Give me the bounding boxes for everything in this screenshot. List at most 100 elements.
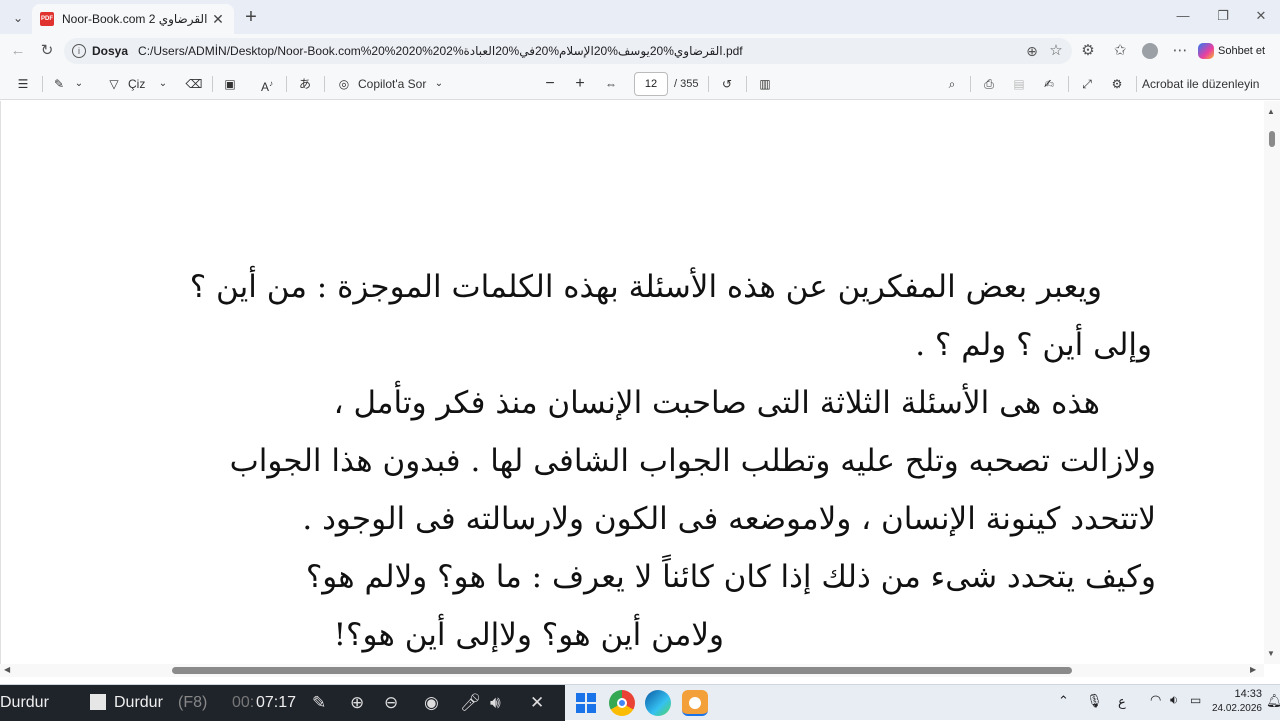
favorite-star-icon[interactable]: ☆ <box>1046 41 1066 61</box>
save-as-icon[interactable]: ✍ <box>1038 74 1060 94</box>
language-indicator[interactable]: ع <box>1118 694 1126 710</box>
zoom-out-icon[interactable]: − <box>540 74 560 94</box>
text-line: وإلى أين ؟ ولم ؟ . <box>915 327 1152 363</box>
zoom-out-icon[interactable]: ⊖ <box>384 693 398 713</box>
zoom-in-icon[interactable]: + <box>570 74 590 94</box>
navigation-bar: ← ↻ i Dosya C:/Users/ADMİN/Desktop/Noor-… <box>0 34 1280 68</box>
highlight-icon[interactable]: ✎ <box>48 74 70 94</box>
wifi-icon[interactable]: ◠ <box>1150 692 1161 708</box>
page-view-icon[interactable]: ▥ <box>754 74 776 94</box>
acrobat-edit-button[interactable]: Acrobat ile düzenleyin <box>1142 74 1268 94</box>
speaker-icon[interactable]: 🔊︎ <box>490 693 501 713</box>
text-line: ويعبر بعض المفكرين عن هذه الأسئلة بهذه ا… <box>189 269 1102 305</box>
clock-time[interactable]: 14:33 <box>1218 688 1262 700</box>
zoom-in-icon[interactable]: ⊕ <box>350 693 364 713</box>
scroll-left-icon[interactable]: ◀ <box>4 665 10 674</box>
windows-start-icon[interactable] <box>573 690 599 716</box>
draw-label[interactable]: Çiz <box>128 74 152 94</box>
text-line: هذه هى الأسئلة الثلاثة التى صاحبت الإنسا… <box>333 385 1100 421</box>
webcam-icon[interactable]: ◉ <box>424 693 439 713</box>
pdf-toolbar: ☰ ✎ ⌄ ▽ Çiz ⌄ ⌫ ▣ A♪ あ ◎ Copilot'a Sor ⌄… <box>0 68 1280 100</box>
show-hidden-icons-chevron[interactable]: ⌃ <box>1058 693 1069 709</box>
rotate-icon[interactable]: ↺ <box>716 74 738 94</box>
edge-icon[interactable] <box>645 690 671 716</box>
scroll-right-icon[interactable]: ▶ <box>1250 665 1256 674</box>
translate-icon[interactable]: あ <box>294 74 316 94</box>
timer: 07:17 <box>256 694 297 711</box>
recorder-app-icon[interactable] <box>682 690 708 716</box>
scroll-down-icon[interactable]: ▼ <box>1267 649 1275 658</box>
divider <box>708 76 709 92</box>
microphone-tray-icon[interactable]: 🎙︎ <box>1086 693 1103 709</box>
pdf-page: ويعبر بعض المفكرين عن هذه الأسئلة بهذه ا… <box>0 101 1264 664</box>
recorder-left-label[interactable]: Durdur <box>0 694 49 712</box>
text-line: ولازالت تصحبه وتلح عليه وتطلب الجواب الش… <box>229 443 1156 479</box>
horizontal-scrollbar[interactable]: ◀ ▶ <box>0 664 1264 677</box>
zoom-icon[interactable]: ⊕ <box>1022 41 1042 61</box>
settings-gear-icon[interactable]: ⚙ <box>1106 74 1128 94</box>
profile-avatar[interactable] <box>1140 41 1160 61</box>
vertical-scrollbar[interactable]: ▲ ▼ <box>1264 101 1280 664</box>
favorites-icon[interactable]: ✩ <box>1110 41 1130 61</box>
vertical-scroll-thumb[interactable] <box>1269 131 1275 147</box>
system-tray: ⌃ 🎙︎ ع ◠ 🔉︎ ▭ 14:33 24.02.2026 🔔︎ <box>1050 685 1280 721</box>
draw-icon[interactable]: ▽ <box>104 74 124 94</box>
scroll-up-icon[interactable]: ▲ <box>1267 107 1275 116</box>
search-icon[interactable]: ⌕ <box>942 74 962 94</box>
text-line: ولامن أين هو؟ ولاإلى أين هو؟! <box>333 617 724 653</box>
close-recorder-icon[interactable]: ✕ <box>530 693 544 713</box>
reload-icon[interactable]: ↻ <box>37 41 57 61</box>
divider <box>1136 76 1137 92</box>
divider <box>970 76 971 92</box>
text-line: وكيف يتحدد شىء من ذلك إذا كان كائناً لا … <box>305 559 1156 595</box>
fullscreen-icon[interactable]: ⤢ <box>1076 74 1098 94</box>
extensions-icon[interactable]: ⚙ <box>1078 41 1098 61</box>
copilot-ask-chevron-icon[interactable]: ⌄ <box>432 74 446 94</box>
back-arrow-icon[interactable]: ← <box>8 41 28 61</box>
stop-label[interactable]: Durdur <box>114 694 163 712</box>
copilot-chat-label: Sohbet et <box>1218 45 1266 57</box>
text-line: لاتتحدد كينونة الإنسان ، ولاموضعه فى الك… <box>302 501 1156 537</box>
text-box-icon[interactable]: ▣ <box>220 74 240 94</box>
divider <box>212 76 213 92</box>
tab-active[interactable]: PDF Noor-Book.com 2 يوسف القرضاوي ✕ <box>32 4 234 34</box>
copilot-ask-icon[interactable]: ◎ <box>334 74 354 94</box>
copilot-ask-label[interactable]: Copilot'a Sor <box>358 74 434 94</box>
new-tab-icon[interactable]: + <box>240 6 262 28</box>
close-window-icon[interactable]: ✕ <box>1246 6 1276 26</box>
draw-chevron-icon[interactable]: ⌄ <box>156 74 170 94</box>
divider <box>1068 76 1069 92</box>
copilot-chat-button[interactable]: Sohbet et <box>1198 39 1274 63</box>
clock-date[interactable]: 24.02.2026 <box>1194 703 1262 714</box>
copilot-icon <box>1198 43 1214 59</box>
notifications-bell-icon[interactable]: 🔔︎ <box>1266 693 1280 709</box>
highlight-chevron-icon[interactable]: ⌄ <box>72 74 86 94</box>
contents-list-icon[interactable]: ☰ <box>12 74 34 94</box>
info-icon[interactable]: i <box>72 44 86 58</box>
read-aloud-icon[interactable]: A♪ <box>256 74 278 94</box>
url-text[interactable]: C:/Users/ADMİN/Desktop/Noor-Book.com%20%… <box>138 44 743 58</box>
tab-title: Noor-Book.com 2 يوسف القرضاوي <box>62 12 210 26</box>
chrome-icon[interactable] <box>609 690 635 716</box>
tab-strip: ⌄ PDF Noor-Book.com 2 يوسف القرضاوي ✕ + … <box>0 0 1280 34</box>
page-number-input[interactable]: 12 <box>634 72 668 96</box>
microphone-icon[interactable]: 🎤︎ <box>460 693 482 713</box>
pdf-file-icon: PDF <box>40 12 54 26</box>
tab-actions-chevron-icon[interactable]: ⌄ <box>8 8 28 28</box>
volume-icon[interactable]: 🔉︎ <box>1170 692 1178 708</box>
recorder-bar: Durdur Durdur (F8) 00: 07:17 ✎ ⊕ ⊖ ◉ 🎤︎ … <box>0 685 565 721</box>
pen-icon[interactable]: ✎ <box>312 693 326 713</box>
save-icon[interactable]: ▤ <box>1008 74 1030 94</box>
print-icon[interactable]: ⎙ <box>978 74 1000 94</box>
horizontal-scroll-thumb[interactable] <box>172 667 1072 674</box>
address-bar[interactable]: i Dosya C:/Users/ADMİN/Desktop/Noor-Book… <box>64 38 1072 64</box>
close-tab-icon[interactable]: ✕ <box>210 11 226 28</box>
restore-icon[interactable]: ❐ <box>1208 6 1238 26</box>
minimize-icon[interactable]: — <box>1168 6 1198 26</box>
stop-square-icon[interactable] <box>90 694 106 710</box>
timer-prefix: 00: <box>232 694 255 711</box>
more-menu-icon[interactable]: ⋯ <box>1170 41 1190 61</box>
eraser-icon[interactable]: ⌫ <box>184 74 204 94</box>
fit-page-icon[interactable]: ⇔ <box>600 74 622 94</box>
divider <box>324 76 325 92</box>
